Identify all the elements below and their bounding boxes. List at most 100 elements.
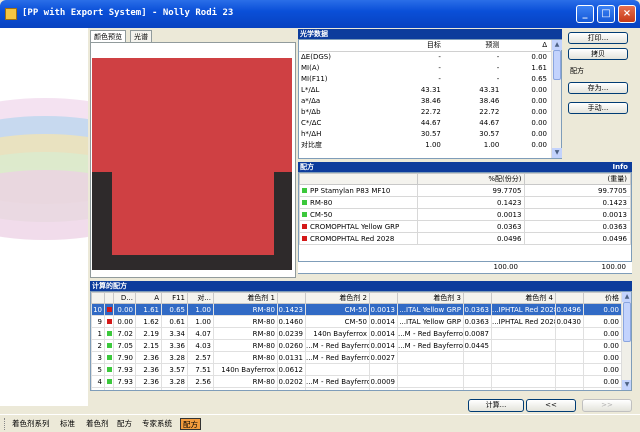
calc-cell: [555, 327, 584, 340]
calc-status-icon: [106, 331, 112, 336]
optics-column-header: 预测: [444, 40, 504, 52]
calc-row[interactable]: 1 7.02 2.19 3.34 4.07 RM-80 0.0239 140n Bayferr…: [91, 327, 622, 340]
calc-row[interactable]: 4 7.93 2.36 3.28 2.56 RM-80 0.0202 ...M - Red B…: [91, 375, 622, 388]
calc-cell: 0.61: [161, 315, 188, 328]
optics-value: 30.57: [479, 129, 500, 138]
close-button[interactable]: ×: [618, 5, 636, 23]
formula-colorant-label: CM-50: [310, 210, 333, 219]
optics-scrollbar[interactable]: ▲ ▼: [551, 40, 562, 158]
calc-cell: [555, 339, 584, 352]
calc-row[interactable]: 5 7.93 2.36 3.57 7.51 140n Bayferrox 0.0612 0.0…: [91, 363, 622, 376]
maximize-button[interactable]: □: [597, 5, 615, 23]
calc-column-header: 着色剂 1: [213, 292, 278, 304]
calc-cell: 0.0009: [369, 375, 398, 388]
optics-value: 38.46: [420, 96, 441, 105]
calc-cell: CM-50: [305, 315, 370, 328]
calc-cell: 1.62: [135, 315, 162, 328]
calc-row-number: 3: [91, 351, 105, 364]
calc-status-icon: [106, 367, 112, 372]
calculated-formulas-panel: D... A F11 对... 着色剂 1 着色剂 2 着色剂 3 着色剂 4 价格 10 0.0…: [90, 291, 632, 391]
formula-row[interactable]: CROMOPHTAL Yellow GRP 0.0363 0.0363: [299, 220, 631, 233]
formula-colorant-name: RM-80: [299, 196, 418, 209]
scroll-up-icon[interactable]: ▲: [552, 40, 562, 50]
nav-colorant[interactable]: 着色剂: [84, 418, 111, 430]
calc-row[interactable]: 2 7.05 2.15 3.36 4.03 RM-80 0.0260 ...M - Red B…: [91, 339, 622, 352]
calc-status-cell: [104, 327, 114, 340]
formula-colorant-name: CROMOPHTAL Red 2028: [299, 232, 418, 245]
tab-color-preview[interactable]: 颜色预览: [90, 30, 126, 42]
scroll-down-icon[interactable]: ▼: [552, 148, 562, 158]
scroll-thumb[interactable]: [623, 302, 631, 342]
calc-cell: 0.0496: [555, 303, 584, 316]
optics-value: 0.00: [531, 118, 547, 127]
nav-recipe[interactable]: 配方: [115, 418, 134, 430]
print-button[interactable]: 打印...: [568, 32, 628, 44]
optics-value: -: [438, 63, 441, 72]
calc-cell: 0.1460: [277, 315, 306, 328]
calc-row[interactable]: 3 7.90 2.36 3.28 2.57 RM-80 0.0131 ...M - Red B…: [91, 351, 622, 364]
calc-cell: RM-80: [213, 351, 278, 364]
optics-value: 38.46: [479, 96, 500, 105]
optics-row: h*/ΔH 30.57 30.57 0.00: [299, 128, 551, 139]
optics-column-header: [299, 40, 387, 52]
nav-recipe-active[interactable]: 配方: [180, 418, 201, 430]
minimize-button[interactable]: _: [576, 5, 594, 23]
toolbar-grip: [4, 418, 7, 430]
calc-cell: [305, 363, 370, 376]
optics-column-header: 目标: [386, 40, 445, 52]
next-button[interactable]: >>: [582, 399, 632, 412]
previous-button[interactable]: <<: [526, 399, 576, 412]
tab-spectrum[interactable]: 光谱: [130, 30, 152, 42]
optics-table: 目标 预测 Δ ΔE(DGS) - - 0.00 MI(A) - - 1.61 MI(F11) - - 0…: [299, 40, 551, 150]
scroll-down-icon[interactable]: ▼: [622, 380, 631, 390]
calc-row-number: 9: [91, 315, 105, 328]
formula-row[interactable]: CM-50 0.0013 0.0013: [299, 208, 631, 221]
calc-cell: [491, 375, 556, 388]
nav-standard[interactable]: 标准: [58, 418, 77, 430]
calc-row[interactable]: RM-80: [91, 387, 622, 390]
calc-cell: ...M - Red Bayferrox: [397, 327, 464, 340]
calc-cell: 0.00: [583, 303, 622, 316]
manual-button[interactable]: 手动...: [568, 102, 628, 114]
calc-cell: 0.00: [113, 315, 136, 328]
bottom-navigation: 着色剂系列 标准 着色剂 配方 专家系统 配方: [0, 414, 640, 432]
calc-cell: 0.0087: [463, 327, 492, 340]
formula-percent: 0.0013: [416, 208, 526, 221]
calc-cell: [555, 387, 584, 390]
formula-total-weight-value: 100.00: [601, 263, 627, 271]
info-label: Info: [612, 163, 628, 171]
calc-cell: 4.03: [187, 339, 214, 352]
calc-status-cell: [104, 387, 114, 390]
calc-cell: 0.0131: [277, 351, 306, 364]
colorant-status-icon: [302, 236, 307, 241]
calc-cell: RM-80: [213, 315, 278, 328]
calc-cell: 1.61: [135, 303, 162, 316]
calc-cell: [397, 351, 464, 364]
compute-button[interactable]: 计算...: [468, 399, 524, 412]
calc-column-header: [369, 292, 398, 304]
copy-button[interactable]: 拷贝: [568, 48, 628, 60]
nav-expert-system[interactable]: 专家系统: [140, 418, 174, 430]
scroll-up-icon[interactable]: ▲: [622, 292, 631, 302]
optics-value: 43.31: [420, 85, 441, 94]
nav-colorant-series[interactable]: 着色剂系列: [10, 418, 52, 430]
optics-row: MI(F11) - - 0.65: [299, 73, 551, 84]
scroll-thumb[interactable]: [553, 50, 561, 80]
formula-row[interactable]: RM-80 0.1423 0.1423: [299, 196, 631, 209]
color-swatch-inner: [112, 172, 274, 255]
calc-cell: [463, 375, 492, 388]
optics-row: L*/ΔL 43.31 43.31 0.00: [299, 84, 551, 95]
calc-cell: 3.28: [161, 351, 188, 364]
calc-cell: [491, 363, 556, 376]
formula-row[interactable]: CROMOPHTAL Red 2028 0.0496 0.0496: [299, 232, 631, 245]
optics-row: C*/ΔC 44.67 44.67 0.00: [299, 117, 551, 128]
formula-row[interactable]: PP Stamylan P83 MF10 99.7705 99.7705: [299, 184, 631, 197]
calc-cell: [135, 387, 162, 390]
color-swatch-top: [92, 58, 292, 172]
save-as-button[interactable]: 存为...: [568, 82, 628, 94]
calc-scrollbar[interactable]: ▲ ▼: [621, 292, 631, 390]
optics-value: -: [438, 74, 441, 83]
calc-row[interactable]: 10 0.00 1.61 0.65 1.00 RM-80 0.1423 CM-50 0.0013…: [91, 303, 622, 316]
window-title: [PP with Export System] - Nolly Rodi 23: [22, 8, 234, 18]
calc-row[interactable]: 9 0.00 1.62 0.61 1.00 RM-80 0.1460 CM-50 0.0014.…: [91, 315, 622, 328]
